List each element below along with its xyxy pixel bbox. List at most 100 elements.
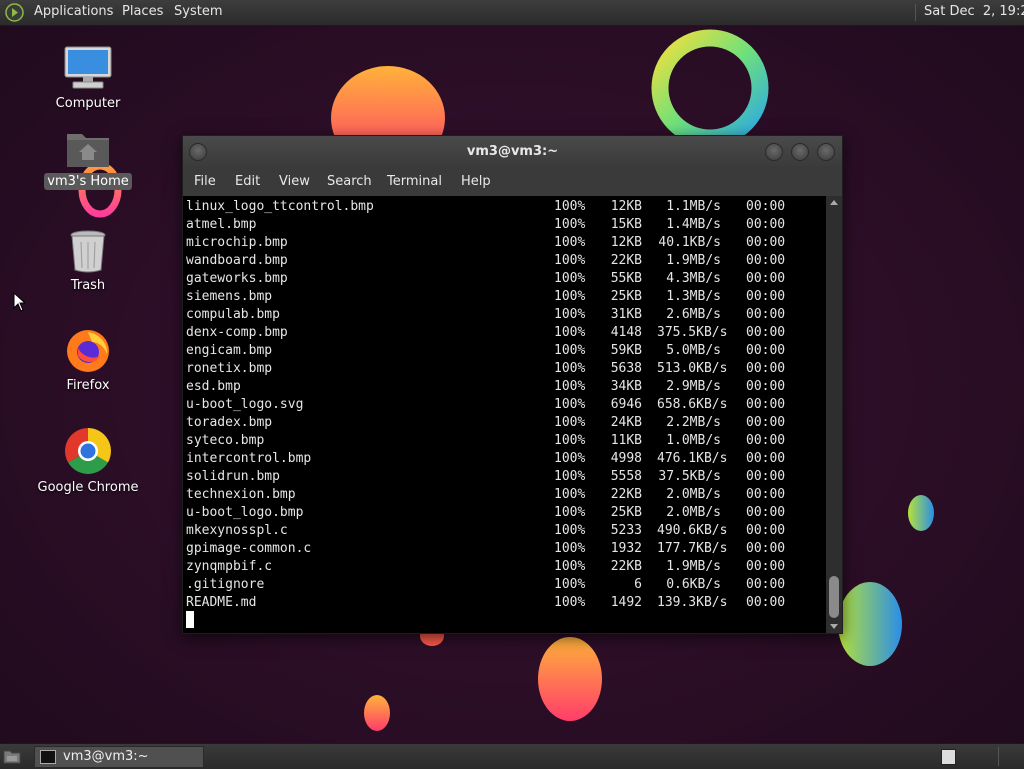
file-name: gateworks.bmp	[186, 271, 288, 286]
percent: 100%	[554, 325, 586, 340]
file-name: syteco.bmp	[186, 433, 265, 448]
terminal-window[interactable]: vm3@vm3:~ File Edit View Search Terminal…	[182, 135, 843, 634]
file-size: 31KB	[610, 307, 642, 322]
terminal-line: u-boot_logo.bmp 100% 25KB 2.0MB/s 00:00	[186, 504, 806, 522]
terminal-line: gpimage-common.c 100% 1932 177.7KB/s 00:00	[186, 540, 806, 558]
elapsed-time: 00:00	[746, 469, 786, 484]
desktop-icon-computer[interactable]: Computer	[28, 44, 148, 112]
terminal-line: denx-comp.bmp 100% 4148 375.5KB/s 00:00	[186, 324, 806, 342]
elapsed-time: 00:00	[746, 325, 786, 340]
workspace-switcher[interactable]	[941, 749, 956, 765]
desktop-icon-trash[interactable]: Trash	[28, 228, 148, 294]
transfer-rate: 2.2MB/s	[666, 415, 721, 430]
desktop-icon-chrome[interactable]: Google Chrome	[28, 426, 148, 496]
file-name: microchip.bmp	[186, 235, 288, 250]
scrollbar-thumb[interactable]	[829, 576, 839, 618]
terminal-line: esd.bmp 100% 34KB 2.9MB/s 00:00	[186, 378, 806, 396]
file-name: zynqmpbif.c	[186, 559, 273, 574]
firefox-icon	[67, 330, 109, 372]
percent: 100%	[554, 415, 586, 430]
percent: 100%	[554, 199, 586, 214]
percent: 100%	[554, 271, 586, 286]
transfer-rate: 1.3MB/s	[666, 289, 721, 304]
menu-help[interactable]: Help	[461, 174, 491, 189]
elapsed-time: 00:00	[746, 433, 786, 448]
clock[interactable]: Sat Dec 2, 19:26	[924, 4, 1024, 19]
file-size: 25KB	[610, 289, 642, 304]
transfer-rate: 1.0MB/s	[666, 433, 721, 448]
transfer-rate: 5.0MB/s	[666, 343, 721, 358]
terminal-line: atmel.bmp 100% 15KB 1.4MB/s 00:00	[186, 216, 806, 234]
terminal-menubar: File Edit View Search Terminal Help	[183, 168, 842, 196]
elapsed-time: 00:00	[746, 307, 786, 322]
percent: 100%	[554, 217, 586, 232]
maximize-button[interactable]	[791, 143, 809, 161]
scroll-down-arrow-icon[interactable]	[830, 624, 838, 629]
file-size: 34KB	[610, 379, 642, 394]
transfer-rate: 375.5KB/s	[657, 325, 728, 340]
file-size: 6	[634, 577, 642, 592]
file-name: u-boot_logo.svg	[186, 397, 304, 412]
desktop-icon-home[interactable]: vm3's Home	[28, 128, 148, 190]
top-panel: Applications Places System Sat Dec 2, 19…	[0, 0, 1024, 26]
menu-view[interactable]: View	[279, 174, 310, 189]
terminal-output[interactable]: linux_logo_ttcontrol.bmp 100% 12KB 1.1MB/s 0…	[183, 196, 826, 633]
file-name: atmel.bmp	[186, 217, 257, 232]
applications-menu[interactable]: Applications	[34, 4, 113, 19]
menu-file[interactable]: File	[194, 174, 216, 189]
file-name: technexion.bmp	[186, 487, 296, 502]
close-button[interactable]	[817, 143, 835, 161]
places-menu[interactable]: Places	[122, 4, 163, 19]
desktop-icon-firefox[interactable]: Firefox	[28, 326, 148, 394]
transfer-rate: 37.5KB/s	[658, 469, 721, 484]
menu-search[interactable]: Search	[327, 174, 372, 189]
terminal-line: solidrun.bmp 100% 5558 37.5KB/s 00:00	[186, 468, 806, 486]
transfer-rate: 1.9MB/s	[666, 559, 721, 574]
transfer-rate: 2.9MB/s	[666, 379, 721, 394]
file-name: siemens.bmp	[186, 289, 273, 304]
elapsed-time: 00:00	[746, 505, 786, 520]
percent: 100%	[554, 235, 586, 250]
terminal-line: mkexynosspl.c 100% 5233 490.6KB/s 00:00	[186, 522, 806, 540]
elapsed-time: 00:00	[746, 451, 786, 466]
desktop-icon-label: Trash	[70, 278, 106, 293]
terminal-line: zynqmpbif.c 100% 22KB 1.9MB/s 00:00	[186, 558, 806, 576]
terminal-line: u-boot_logo.svg 100% 6946 658.6KB/s 00:00	[186, 396, 806, 414]
window-titlebar[interactable]: vm3@vm3:~	[183, 136, 842, 168]
transfer-rate: 1.4MB/s	[666, 217, 721, 232]
percent: 100%	[554, 397, 586, 412]
percent: 100%	[554, 289, 586, 304]
percent: 100%	[554, 469, 586, 484]
show-desktop-icon[interactable]	[3, 748, 21, 764]
terminal-scrollbar[interactable]	[826, 196, 842, 633]
elapsed-time: 00:00	[746, 397, 786, 412]
computer-icon	[64, 46, 112, 89]
distro-logo-icon[interactable]	[5, 3, 24, 22]
menu-terminal[interactable]: Terminal	[387, 174, 442, 189]
minimize-button[interactable]	[765, 143, 783, 161]
terminal-line: syteco.bmp 100% 11KB 1.0MB/s 00:00	[186, 432, 806, 450]
file-size: 55KB	[610, 271, 642, 286]
menu-edit[interactable]: Edit	[235, 174, 260, 189]
elapsed-time: 00:00	[746, 199, 786, 214]
terminal-cursor	[186, 611, 194, 628]
percent: 100%	[554, 361, 586, 376]
home-folder-icon	[67, 134, 109, 167]
percent: 100%	[554, 307, 586, 322]
terminal-line: technexion.bmp 100% 22KB 2.0MB/s 00:00	[186, 486, 806, 504]
terminal-line: wandboard.bmp 100% 22KB 1.9MB/s 00:00	[186, 252, 806, 270]
trash-icon	[70, 230, 106, 273]
bottom-panel: vm3@vm3:~	[0, 743, 1024, 769]
file-size: 4998	[610, 451, 642, 466]
elapsed-time: 00:00	[746, 595, 786, 610]
transfer-rate: 4.3MB/s	[666, 271, 721, 286]
scroll-up-arrow-icon[interactable]	[830, 200, 838, 205]
transfer-rate: 139.3KB/s	[657, 595, 728, 610]
file-size: 15KB	[610, 217, 642, 232]
file-name: README.md	[186, 595, 257, 610]
percent: 100%	[554, 451, 586, 466]
system-menu[interactable]: System	[174, 4, 222, 19]
file-name: intercontrol.bmp	[186, 451, 312, 466]
taskbar-terminal-button[interactable]: vm3@vm3:~	[34, 746, 204, 768]
chrome-icon	[65, 428, 111, 474]
